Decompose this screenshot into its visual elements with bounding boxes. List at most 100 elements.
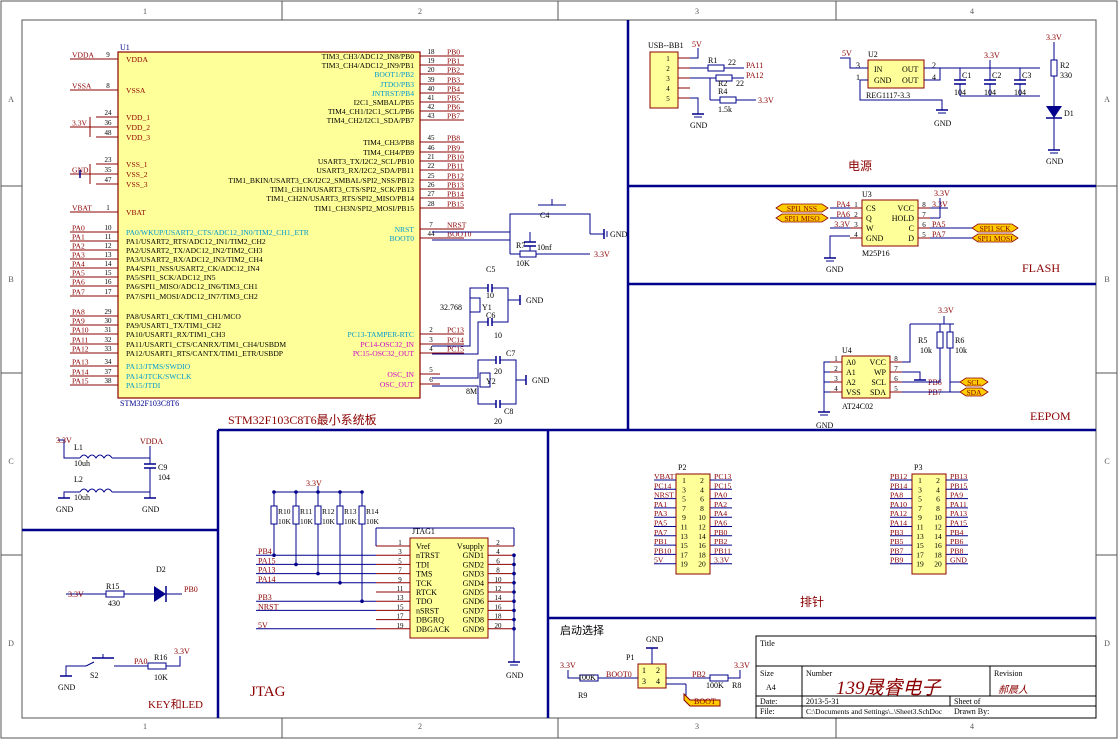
flash-pin-number: 2	[854, 211, 858, 219]
mcu-net-label: PA11	[72, 336, 89, 345]
p3-net-left: PA12	[890, 509, 907, 518]
grid-row-left: A	[8, 95, 14, 104]
hse-c2-value: 20	[494, 417, 502, 426]
flash-gnd-label: GND	[826, 265, 844, 274]
usb-connector	[649, 51, 679, 109]
jtag-net-label: PA15	[258, 556, 276, 565]
p3-net-right: PB13	[950, 472, 967, 481]
p2-net-left: 5V	[654, 556, 664, 565]
mcu-pin-name: VSS_3	[126, 180, 148, 189]
p3-net-left: PA14	[890, 519, 907, 528]
eeprom-pin-number: 2	[834, 365, 838, 373]
jtag-pin-name: GND4	[463, 579, 484, 588]
mcu-net-label: PB13	[447, 181, 464, 190]
flash-part: M25P16	[862, 249, 890, 258]
grid-col-top: 4	[970, 7, 974, 16]
p3-pin-number: 20	[934, 560, 942, 569]
mcu-pin-number: 1	[106, 204, 110, 212]
filter-gnd2-label: GND	[142, 505, 160, 514]
p2-net-right: PA4	[714, 509, 727, 518]
jtag-pin-number: 14	[495, 594, 503, 602]
jtag-pullup-ref: R11	[300, 507, 312, 516]
reg-gnd-label: GND	[934, 119, 952, 128]
mcu-pin-name: JNTRST/PB4	[372, 89, 414, 98]
reset-gnd-label: GND	[610, 230, 628, 239]
mcu-pin-name: VDD_2	[126, 123, 150, 132]
jtag-pullup-value: 10K	[366, 517, 380, 526]
mcu-pin-number: 9	[106, 51, 110, 59]
p2-net-right: PB2	[714, 537, 728, 546]
reg-cap-ref: C3	[1022, 71, 1031, 80]
mcu-pin-name: PA2/USART2_TX/ADC12_IN2/TIM2_CH3	[126, 246, 263, 255]
signature: 郝晨人	[998, 684, 1028, 696]
jtag-junction	[294, 562, 298, 567]
jtag-net-label: PB4	[258, 547, 272, 556]
mcu-pin-number: 2	[429, 326, 433, 334]
p2-pin-number: 15	[680, 541, 688, 550]
mcu-net-label: NRST	[447, 221, 467, 230]
p3-net-left: PB9	[890, 556, 904, 565]
mcu-net-label: VDDA	[72, 51, 94, 60]
jtag-pin-number: 6	[496, 557, 500, 565]
jtag-junction	[272, 553, 276, 557]
schematic-sheet: 11223344AABBCCDD STM32F103C8T6最小系统板 电源 F…	[0, 0, 1118, 739]
reg-p4: 4	[932, 73, 936, 82]
usb-pin-number: 4	[666, 85, 670, 93]
jtag-pullup-value: 10K	[278, 517, 292, 526]
mcu-pin-number: 6	[429, 376, 433, 384]
number-value: 139晟睿电子	[836, 678, 943, 699]
mcu-pin-name: TIM4_CH1/I2C1_SCL/PB6	[328, 107, 414, 116]
mcu-net-label: PC13	[447, 326, 464, 335]
mcu-pin-name: PA0/WKUP/USART2_CTS/ADC12_IN0/TIM2_CH1_E…	[126, 228, 310, 237]
p2-net-left: PA7	[654, 528, 667, 537]
p2-net-right: PA0	[714, 491, 727, 500]
jtag-pin-number: 4	[496, 548, 500, 556]
pled-gnd-label: GND	[1046, 157, 1064, 166]
boot-r9-ref: R9	[578, 691, 587, 700]
eeprom-r5-value: 10k	[920, 346, 932, 355]
flash-pin-name: CS	[866, 204, 876, 213]
jtag-pin-name: TDI	[416, 560, 430, 569]
eeprom-r5	[936, 331, 944, 349]
mcu-pin-name: TIM4_CH2/I2C1_SDA/PB7	[327, 116, 415, 125]
mcu-pin-name: PA1/USART2_RTS/ADC12_IN1/TIM2_CH2	[126, 237, 266, 246]
boot-r8-ref: R8	[732, 681, 741, 690]
mcu-pin-name: TIM4_CH4/PB9	[363, 148, 414, 157]
p3-net-right: PA9	[950, 491, 963, 500]
jtag-pin-number: 19	[397, 622, 405, 630]
usb-r4-value: 1.5k	[718, 105, 732, 114]
p2-pin-number: 6	[700, 495, 704, 504]
p2-net-right: PC13	[714, 472, 731, 481]
usb-r1-value: 22	[728, 58, 736, 67]
mcu-pin-name: PA5/SPI1_SCK/ADC12_IN5	[126, 273, 216, 282]
jtag-pin-name: GND1	[463, 551, 484, 560]
mcu-pin-number: 18	[428, 48, 436, 56]
mcu-net-label: PA4	[72, 260, 85, 269]
mcu-net-label: PA0	[72, 224, 85, 233]
mcu-pin-name: PA15/JTDI	[126, 381, 161, 390]
boot-pin-1: 1	[642, 666, 646, 675]
mcu-net-label: PB10	[447, 153, 464, 162]
p2-pin-number: 12	[698, 523, 706, 532]
usb-net-pa12: PA12	[746, 71, 764, 80]
mcu-pin-name: VDD_1	[126, 113, 150, 122]
mcu-net-label: PA7	[72, 288, 85, 297]
mcu-pin-name: PC13-TAMPER-RTC	[348, 330, 414, 339]
usb-pin-number: 3	[666, 75, 670, 83]
mcu-pin-number: 20	[428, 66, 436, 74]
jtag-vcc-label: 3.3V	[306, 479, 322, 488]
eeprom-pin-number: 1	[834, 355, 838, 363]
keyled-d2-ref: D2	[156, 565, 166, 574]
filter-l1-ref: L1	[74, 443, 83, 452]
p3-pin-number: 19	[916, 560, 924, 569]
jtag-pullup-resistor	[314, 505, 322, 525]
mcu-pin-number: 34	[105, 358, 113, 366]
jtag-pullup-value: 10K	[300, 517, 314, 526]
p3-pin-number: 1	[918, 476, 922, 485]
mcu-net-label: PB12	[447, 172, 464, 181]
jtag-pin-name: TDO	[416, 597, 433, 606]
mcu-pin-name: OSC_IN	[387, 370, 414, 379]
jtag-gnd-label: GND	[506, 671, 524, 680]
mcu-net-label: PA12	[72, 345, 89, 354]
mcu-pin-name: PA6/SPI1_MISO/ADC12_IN6/TIM3_CH1	[126, 282, 258, 291]
